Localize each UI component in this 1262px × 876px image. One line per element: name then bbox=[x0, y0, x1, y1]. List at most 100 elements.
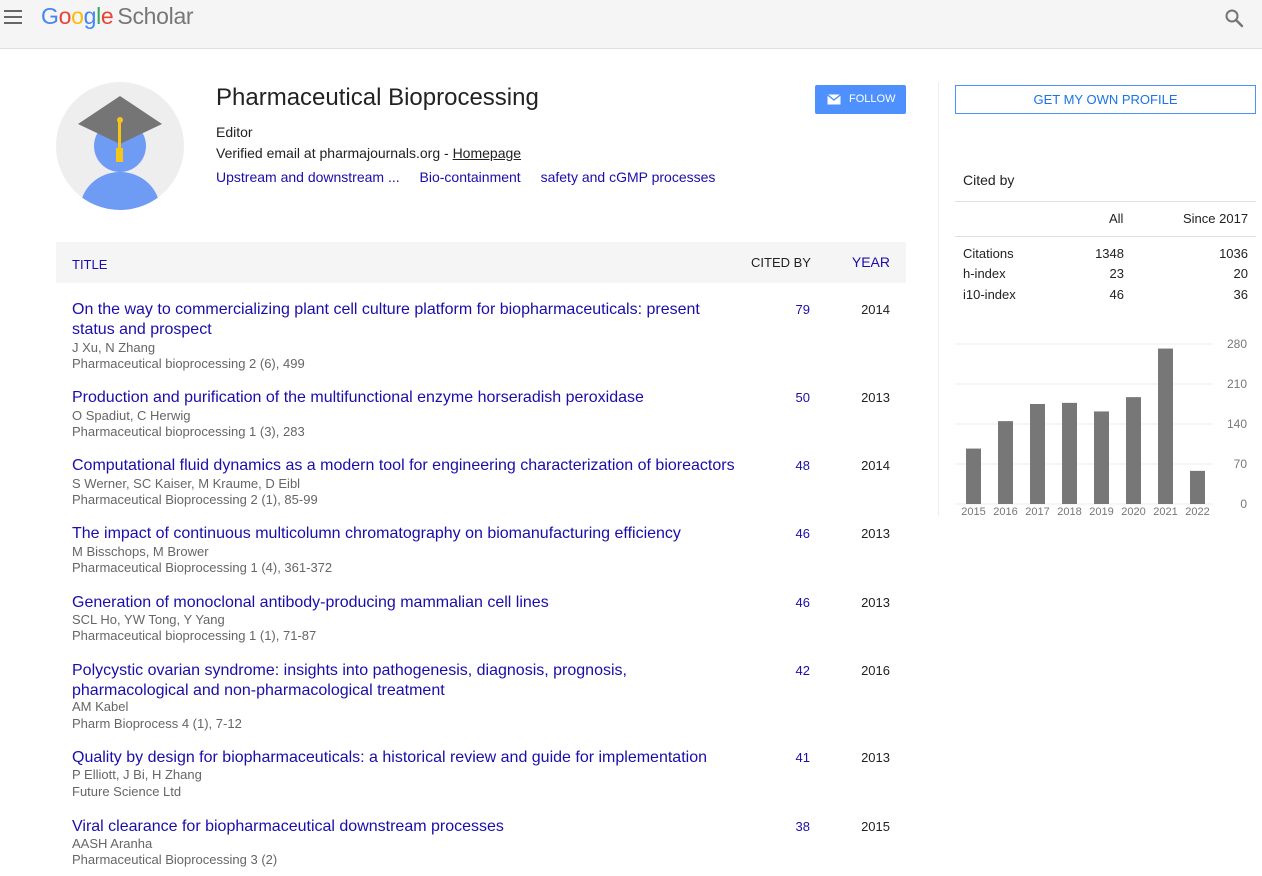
citation-stats-table: All Since 2017 Citations 1348 1036 h-ind… bbox=[955, 201, 1256, 302]
article-year: 2015 bbox=[861, 819, 890, 834]
chart-bar-2017[interactable] bbox=[1030, 404, 1045, 504]
hamburger-menu-icon[interactable] bbox=[4, 10, 24, 26]
article-venue: Pharm Bioprocess 4 (1), 7-12 bbox=[72, 716, 242, 731]
article-year: 2013 bbox=[861, 595, 890, 610]
sort-by-title[interactable]: TITLE bbox=[72, 244, 107, 285]
article-year: 2013 bbox=[861, 750, 890, 765]
article-venue: Pharmaceutical Bioprocessing 3 (2) bbox=[72, 852, 278, 867]
article-venue: Pharmaceutical bioprocessing 1 (1), 71-8… bbox=[72, 628, 317, 643]
article-title[interactable]: Computational fluid dynamics as a modern… bbox=[72, 456, 772, 476]
article-title[interactable]: Polycystic ovarian syndrome: insights in… bbox=[72, 661, 652, 701]
article-cited-by[interactable]: 50 bbox=[784, 390, 810, 405]
article-authors: AM Kabel bbox=[72, 699, 129, 714]
chart-y-tick-label: 140 bbox=[1227, 417, 1247, 431]
chart-bar-2018[interactable] bbox=[1062, 402, 1077, 504]
article-cited-by[interactable]: 46 bbox=[784, 526, 810, 541]
article-cited-by[interactable]: 38 bbox=[784, 819, 810, 834]
chart-x-tick-label: 2018 bbox=[1057, 506, 1081, 518]
interests-list: Upstream and downstream ... Bio-containm… bbox=[216, 169, 731, 185]
article-title[interactable]: On the way to commercializing plant cell… bbox=[72, 300, 732, 340]
chart-bar-2019[interactable] bbox=[1094, 411, 1109, 504]
stats-value-all: 1348 bbox=[1095, 246, 1124, 261]
chart-x-tick-label: 2016 bbox=[993, 506, 1017, 518]
profile-name: Pharmaceutical Bioprocessing bbox=[216, 84, 539, 111]
article-title[interactable]: Production and purification of the multi… bbox=[72, 388, 732, 408]
logo-letter: g bbox=[83, 3, 97, 29]
cited-by-header[interactable]: CITED BY bbox=[751, 242, 811, 283]
article-year: 2014 bbox=[861, 302, 890, 317]
chart-y-tick-label: 210 bbox=[1227, 377, 1247, 391]
chart-x-tick-label: 2020 bbox=[1121, 506, 1145, 518]
verified-email-text: Verified email at pharmajournals.org - bbox=[216, 145, 453, 161]
article-venue: Future Science Ltd bbox=[72, 784, 182, 799]
stats-col-all: All bbox=[1109, 211, 1124, 226]
chart-x-tick-label: 2017 bbox=[1025, 506, 1049, 518]
stats-col-since: Since 2017 bbox=[1183, 211, 1249, 226]
stats-label[interactable]: i10-index bbox=[963, 287, 1016, 302]
follow-button[interactable]: FOLLOW bbox=[815, 85, 906, 114]
profile-affiliation: Editor bbox=[216, 124, 253, 140]
article-cited-by[interactable]: 42 bbox=[784, 663, 810, 678]
logo-letter: o bbox=[71, 3, 84, 29]
chart-y-tick-label: 0 bbox=[1240, 497, 1247, 511]
interest-link[interactable]: Upstream and downstream ... bbox=[216, 169, 400, 185]
chart-bar-2016[interactable] bbox=[998, 421, 1013, 504]
top-bar: Google Scholar bbox=[0, 0, 1262, 49]
profile-avatar bbox=[56, 82, 184, 210]
stats-value-all: 46 bbox=[1109, 287, 1124, 302]
stats-label[interactable]: h-index bbox=[963, 266, 1006, 281]
stats-value-since: 36 bbox=[1233, 287, 1248, 302]
search-icon[interactable] bbox=[1224, 8, 1244, 28]
article-title[interactable]: Generation of monoclonal antibody-produc… bbox=[72, 593, 732, 613]
articles-table-header: TITLE CITED BY YEAR bbox=[56, 242, 906, 283]
chart-bar-2022[interactable] bbox=[1190, 470, 1205, 504]
chart-x-tick-label: 2021 bbox=[1153, 506, 1177, 518]
get-my-own-profile-button[interactable]: GET MY OWN PROFILE bbox=[955, 85, 1256, 114]
chart-y-tick-label: 280 bbox=[1227, 337, 1247, 351]
article-title[interactable]: Quality by design for biopharmaceuticals… bbox=[72, 748, 732, 768]
sort-by-year[interactable]: YEAR bbox=[852, 242, 890, 283]
article-venue: Pharmaceutical Bioprocessing 2 (1), 85-9… bbox=[72, 492, 318, 507]
article-title[interactable]: Viral clearance for biopharmaceutical do… bbox=[72, 817, 732, 837]
article-authors: P Elliott, J Bi, H Zhang bbox=[72, 767, 202, 782]
article-year: 2016 bbox=[861, 663, 890, 678]
article-title[interactable]: The impact of continuous multicolumn chr… bbox=[72, 524, 732, 544]
cited-by-heading: Cited by bbox=[963, 172, 1015, 188]
logo-letter: o bbox=[58, 3, 72, 29]
graduate-avatar-icon bbox=[56, 82, 184, 210]
chart-y-tick-label: 70 bbox=[1234, 457, 1248, 471]
chart-x-tick-label: 2015 bbox=[961, 506, 985, 518]
citations-per-year-chart: 0 70 140 210 280 2015 2016 2017 2018 2019 2020 2021… bbox=[955, 337, 1248, 518]
article-authors: S Werner, SC Kaiser, M Kraume, D Eibl bbox=[72, 476, 301, 491]
article-venue: Pharmaceutical bioprocessing 1 (3), 283 bbox=[72, 424, 305, 439]
article-authors: AASH Aranha bbox=[72, 836, 153, 851]
interest-link[interactable]: Bio-containment bbox=[420, 169, 521, 185]
article-authors: J Xu, N Zhang bbox=[72, 340, 156, 355]
article-venue: Pharmaceutical Bioprocessing 1 (4), 361-… bbox=[72, 560, 333, 575]
homepage-link[interactable]: Homepage bbox=[453, 145, 522, 161]
article-authors: O Spadiut, C Herwig bbox=[72, 408, 191, 423]
article-year: 2014 bbox=[861, 458, 890, 473]
interest-link[interactable]: safety and cGMP processes bbox=[541, 169, 716, 185]
stats-value-since: 1036 bbox=[1219, 246, 1248, 261]
chart-x-tick-label: 2022 bbox=[1185, 506, 1209, 518]
article-cited-by[interactable]: 41 bbox=[784, 750, 810, 765]
article-venue: Pharmaceutical bioprocessing 2 (6), 499 bbox=[72, 356, 305, 371]
stats-value-all: 23 bbox=[1109, 266, 1124, 281]
article-cited-by[interactable]: 46 bbox=[784, 595, 810, 610]
article-year: 2013 bbox=[861, 526, 890, 541]
column-divider bbox=[938, 82, 939, 516]
logo-scholar-text: Scholar bbox=[117, 3, 194, 29]
verified-email: Verified email at pharmajournals.org - H… bbox=[216, 145, 521, 161]
article-authors: M Bisschops, M Brower bbox=[72, 544, 209, 559]
stats-label[interactable]: Citations bbox=[963, 246, 1014, 261]
stats-value-since: 20 bbox=[1233, 266, 1248, 281]
chart-bar-2015[interactable] bbox=[966, 448, 981, 504]
chart-bar-2020[interactable] bbox=[1126, 397, 1141, 504]
logo-letter: G bbox=[41, 3, 59, 29]
article-cited-by[interactable]: 79 bbox=[784, 302, 810, 317]
google-scholar-logo[interactable]: Google Scholar bbox=[41, 3, 194, 30]
chart-bar-2021[interactable] bbox=[1158, 348, 1173, 504]
article-cited-by[interactable]: 48 bbox=[784, 458, 810, 473]
mail-icon bbox=[827, 94, 841, 105]
